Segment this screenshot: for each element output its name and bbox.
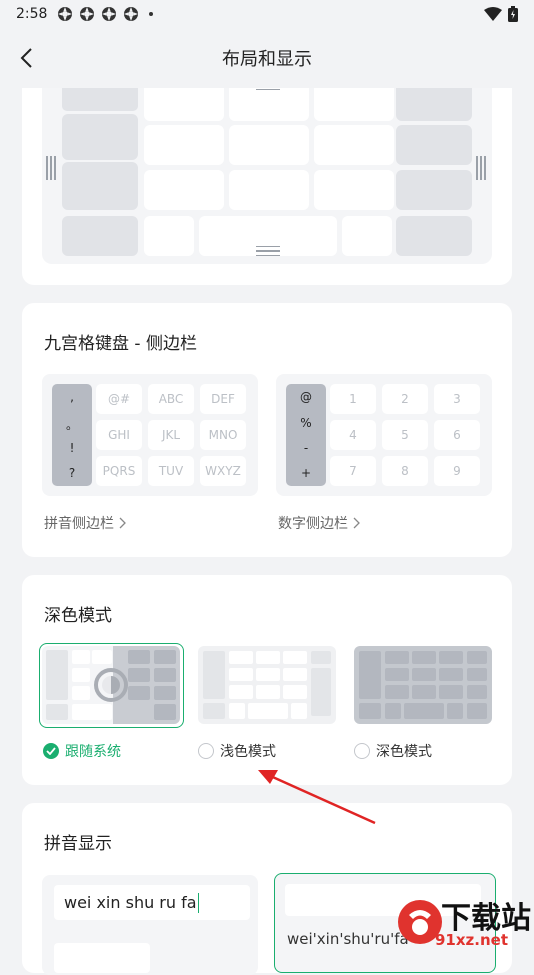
section-title: 拼音显示 xyxy=(44,834,112,854)
section-title: 深色模式 xyxy=(44,606,112,626)
pinyin-sidebar-preview[interactable]: , 。 ! ? @# ABC DEF GHI JKL MNO PQRS TUV … xyxy=(42,374,258,496)
page-title: 布局和显示 xyxy=(222,49,312,70)
pinyin-preview-text: wei'xin'shu'ru'fa xyxy=(287,930,409,948)
battery-icon xyxy=(508,6,518,22)
sidebar-symbol: 。 xyxy=(65,418,78,432)
dark-mode-radio[interactable]: 深色模式 xyxy=(354,741,432,761)
more-notifications-dot-icon xyxy=(149,12,154,16)
link-label: 数字侧边栏 xyxy=(278,516,348,532)
pinyin-sidebar-link[interactable]: 拼音侧边栏 xyxy=(44,513,126,533)
sidebar-symbol: + xyxy=(300,466,312,480)
follow-system-icon xyxy=(94,668,128,702)
check-circle-icon xyxy=(43,743,59,759)
number-sidebar-preview[interactable]: @ % - + 1 2 3 4 5 6 7 8 9 xyxy=(276,374,492,496)
dark-mode-card: 深色模式 跟随系统 浅色模式 深色模式 xyxy=(22,575,512,785)
keyboard-layout-preview[interactable] xyxy=(42,88,492,264)
grid-key: 3 xyxy=(434,384,480,414)
status-bar: 2:58 xyxy=(0,0,534,28)
grid-key: WXYZ xyxy=(200,456,246,486)
radio-label: 浅色模式 xyxy=(220,744,276,760)
back-button[interactable] xyxy=(12,44,40,72)
radio-label: 深色模式 xyxy=(376,744,432,760)
section-title: 九宫格键盘 - 侧边栏 xyxy=(44,334,197,354)
nine-grid-sidebar-card: 九宫格键盘 - 侧边栏 , 。 ! ? @# ABC DEF GHI JKL M… xyxy=(22,303,512,557)
follow-system-radio[interactable]: 跟随系统 xyxy=(43,741,121,761)
grip-handle-icon xyxy=(256,88,280,94)
light-mode-radio[interactable]: 浅色模式 xyxy=(198,741,276,761)
app-notification-icon xyxy=(124,7,139,21)
dark-mode-thumbnail[interactable] xyxy=(354,646,492,724)
pinyin-preview-text: wei xin shu ru fa xyxy=(64,893,197,912)
sidebar-symbol: ! xyxy=(69,441,75,455)
sidebar-column: , 。 ! ? xyxy=(52,384,92,486)
text-caret xyxy=(197,892,200,913)
system-status xyxy=(484,6,518,22)
grid-key: 4 xyxy=(330,420,376,450)
pinyin-spaced-option[interactable]: wei xin shu ru fa xyxy=(42,875,258,975)
grid-key: PQRS xyxy=(96,456,142,486)
chevron-right-icon xyxy=(119,517,126,529)
grid-key: DEF xyxy=(200,384,246,414)
follow-system-thumbnail[interactable] xyxy=(39,643,184,728)
chevron-right-icon xyxy=(353,517,360,529)
app-notification-icon xyxy=(58,7,73,21)
notification-icons xyxy=(57,6,154,22)
sidebar-column: @ % - + xyxy=(286,384,326,486)
grid-key: @# xyxy=(96,384,142,414)
light-mode-thumbnail[interactable] xyxy=(198,646,336,724)
grid-key: 5 xyxy=(382,420,428,450)
number-sidebar-link[interactable]: 数字侧边栏 xyxy=(278,513,360,533)
resize-handle-left[interactable] xyxy=(46,156,56,180)
grid-key: 9 xyxy=(434,456,480,486)
grid-key: 7 xyxy=(330,456,376,486)
sidebar-symbol: % xyxy=(300,416,312,430)
radio-label: 跟随系统 xyxy=(65,744,121,760)
grid-key: MNO xyxy=(200,420,246,450)
app-notification-icon xyxy=(102,7,117,21)
status-time: 2:58 xyxy=(16,6,48,22)
watermark-url: 91xz.net xyxy=(435,931,509,949)
app-notification-icon xyxy=(80,7,95,21)
grid-key: 2 xyxy=(382,384,428,414)
sidebar-symbol: , xyxy=(70,390,74,404)
grid-key: 1 xyxy=(330,384,376,414)
grid-key: 6 xyxy=(434,420,480,450)
grid-key: 8 xyxy=(382,456,428,486)
resize-handle-right[interactable] xyxy=(476,156,486,180)
sidebar-symbol: ? xyxy=(68,466,76,480)
radio-circle-icon xyxy=(198,743,214,759)
wifi-icon xyxy=(484,7,502,21)
grid-key: TUV xyxy=(148,456,194,486)
radio-circle-icon xyxy=(354,743,370,759)
layout-preview-card xyxy=(22,88,512,285)
site-watermark: 下载站 91xz.net xyxy=(395,893,534,950)
sidebar-symbol: - xyxy=(303,441,309,455)
link-label: 拼音侧边栏 xyxy=(44,516,114,532)
chevron-left-icon xyxy=(20,48,32,68)
grid-key: JKL xyxy=(148,420,194,450)
app-header: 布局和显示 xyxy=(0,28,534,88)
pinyin-preview-input: wei xin shu ru fa xyxy=(54,885,250,920)
sidebar-symbol: @ xyxy=(300,390,312,404)
grid-key: GHI xyxy=(96,420,142,450)
resize-handle-bottom[interactable] xyxy=(256,246,280,256)
grid-key: ABC xyxy=(148,384,194,414)
